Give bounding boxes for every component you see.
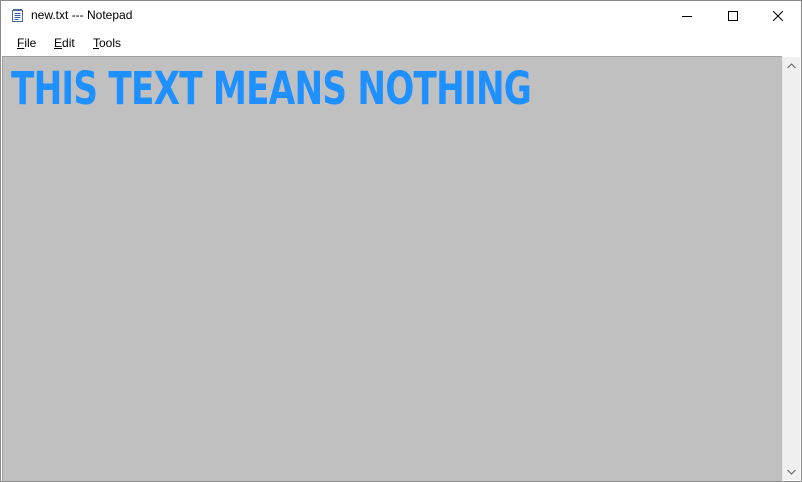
window-title: new.txt --- Notepad: [31, 8, 133, 22]
notepad-window: new.txt --- Notepad File Edit Tools THIS…: [0, 0, 802, 482]
menu-edit-accel: E: [54, 36, 63, 50]
menu-tools[interactable]: Tools: [92, 36, 122, 50]
menu-file[interactable]: File: [16, 36, 37, 50]
menu-tools-label: ools: [99, 36, 122, 50]
maximize-icon: [728, 11, 738, 21]
maximize-button[interactable]: [710, 1, 756, 31]
minimize-icon: [682, 16, 692, 17]
menu-edit-label: dit: [62, 36, 75, 50]
menu-bar: File Edit Tools: [1, 31, 801, 55]
minimize-button[interactable]: [664, 1, 710, 31]
scroll-down-button[interactable]: [783, 463, 800, 480]
text-editor[interactable]: THIS TEXT MEANS NOTHING: [2, 56, 782, 481]
chevron-up-icon: [787, 62, 796, 68]
scroll-up-button[interactable]: [783, 57, 800, 74]
title-bar[interactable]: new.txt --- Notepad: [1, 1, 801, 31]
menu-edit[interactable]: Edit: [53, 36, 76, 50]
chevron-down-icon: [787, 469, 796, 475]
menu-file-label: ile: [24, 36, 37, 50]
close-icon: [773, 11, 783, 21]
editor-content[interactable]: THIS TEXT MEANS NOTHING: [11, 63, 532, 115]
close-button[interactable]: [755, 1, 801, 31]
notepad-icon: [12, 9, 23, 22]
vertical-scrollbar[interactable]: [782, 57, 800, 480]
